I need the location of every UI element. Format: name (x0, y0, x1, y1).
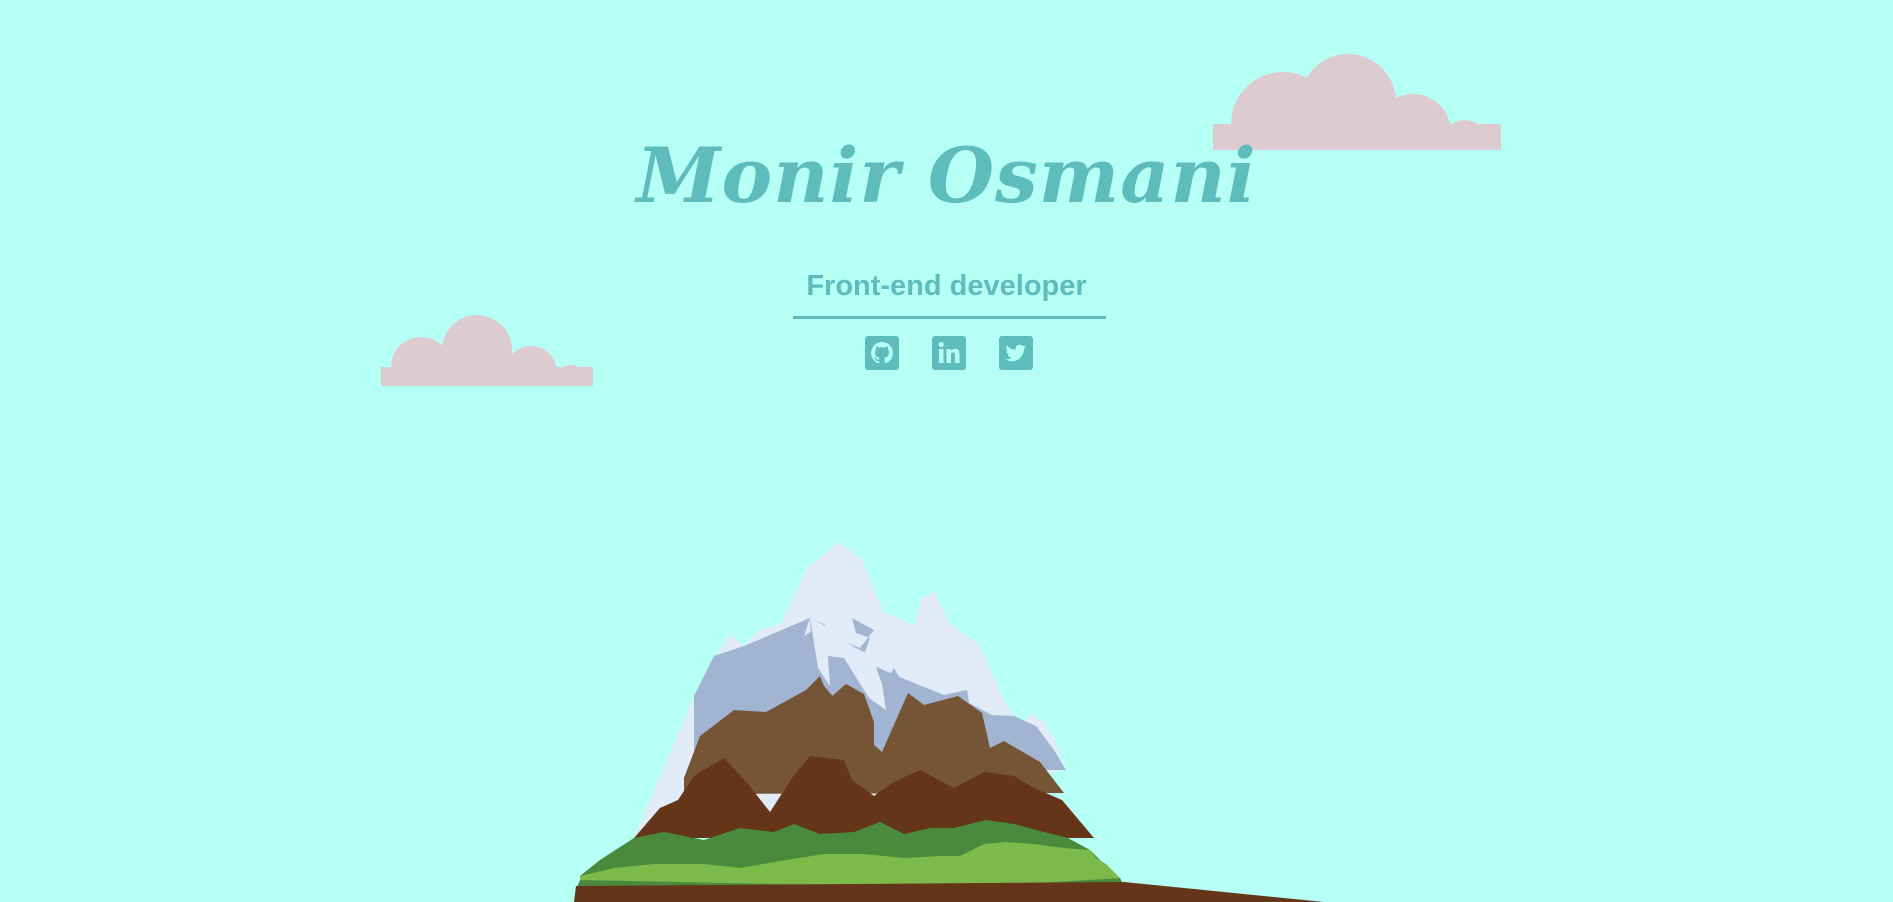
cloud-small (381, 315, 593, 386)
divider (793, 316, 1106, 319)
mountain-illustration (574, 542, 1324, 902)
linkedin-icon (932, 336, 966, 370)
twitter-icon (999, 336, 1033, 370)
github-link[interactable] (865, 336, 899, 370)
social-links (865, 336, 1033, 370)
page: Monir Osmani Front-end developer (0, 0, 1893, 902)
role-subtitle: Front-end developer (806, 270, 1087, 302)
name-heading: Monir Osmani (636, 131, 1257, 220)
linkedin-link[interactable] (932, 336, 966, 370)
twitter-link[interactable] (999, 336, 1033, 370)
github-icon (865, 336, 899, 370)
